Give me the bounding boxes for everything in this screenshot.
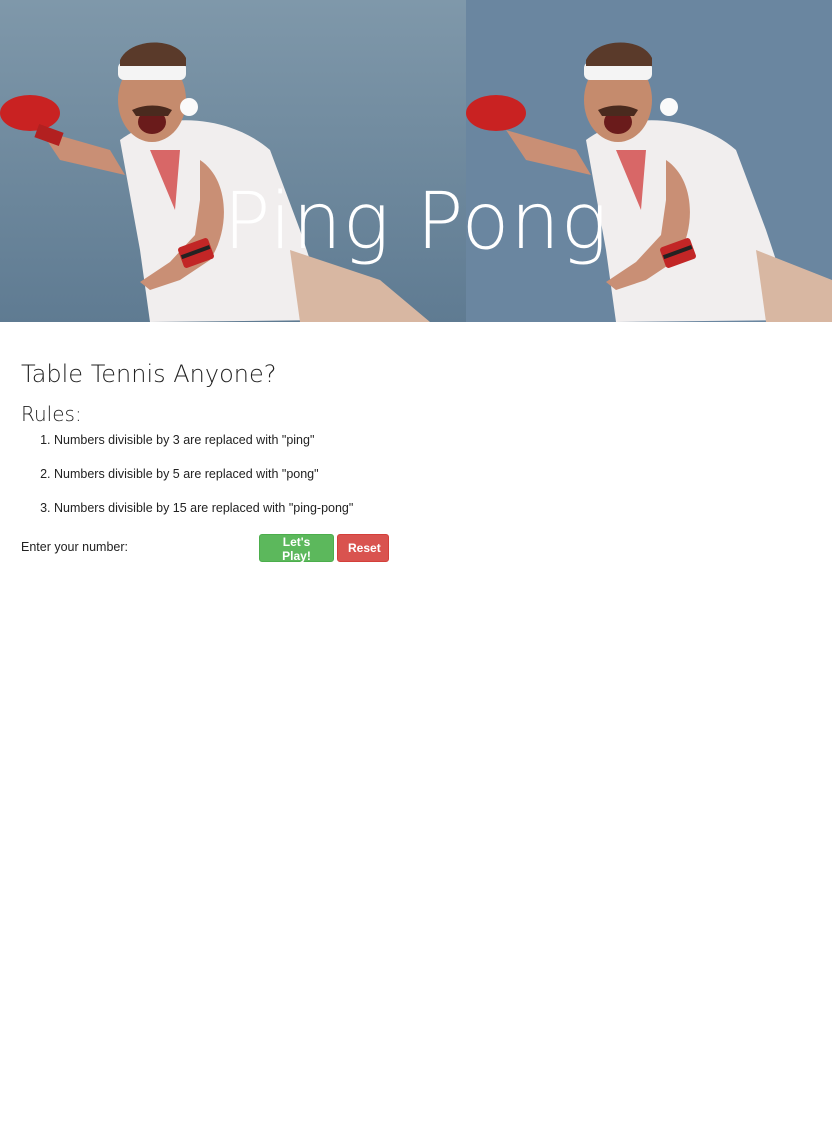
hero-image-right [466,0,832,322]
ping-pong-player-image-repeat [466,0,832,322]
hero-banner: Ping Pong [0,0,832,322]
ping-pong-player-image [0,0,466,322]
reset-button[interactable]: Reset [337,534,389,562]
number-form: Enter your number: Let's Play! Reset [21,534,811,564]
hero-image-left [0,0,466,322]
number-label: Enter your number: [21,540,128,554]
rule-item-2: Numbers divisible by 5 are replaced with… [54,466,811,482]
rules-heading: Rules: [21,402,82,426]
rules-list: Numbers divisible by 3 are replaced with… [21,432,811,516]
hero-title: Ping Pong [223,177,609,267]
page-subtitle: Table Tennis Anyone? [21,360,277,388]
number-input[interactable] [141,536,253,560]
rule-item-3: Numbers divisible by 15 are replaced wit… [54,500,811,516]
lets-play-button[interactable]: Let's Play! [259,534,334,563]
rule-item-1: Numbers divisible by 3 are replaced with… [54,432,811,448]
main-content: Table Tennis Anyone? Rules: Numbers divi… [21,360,811,564]
